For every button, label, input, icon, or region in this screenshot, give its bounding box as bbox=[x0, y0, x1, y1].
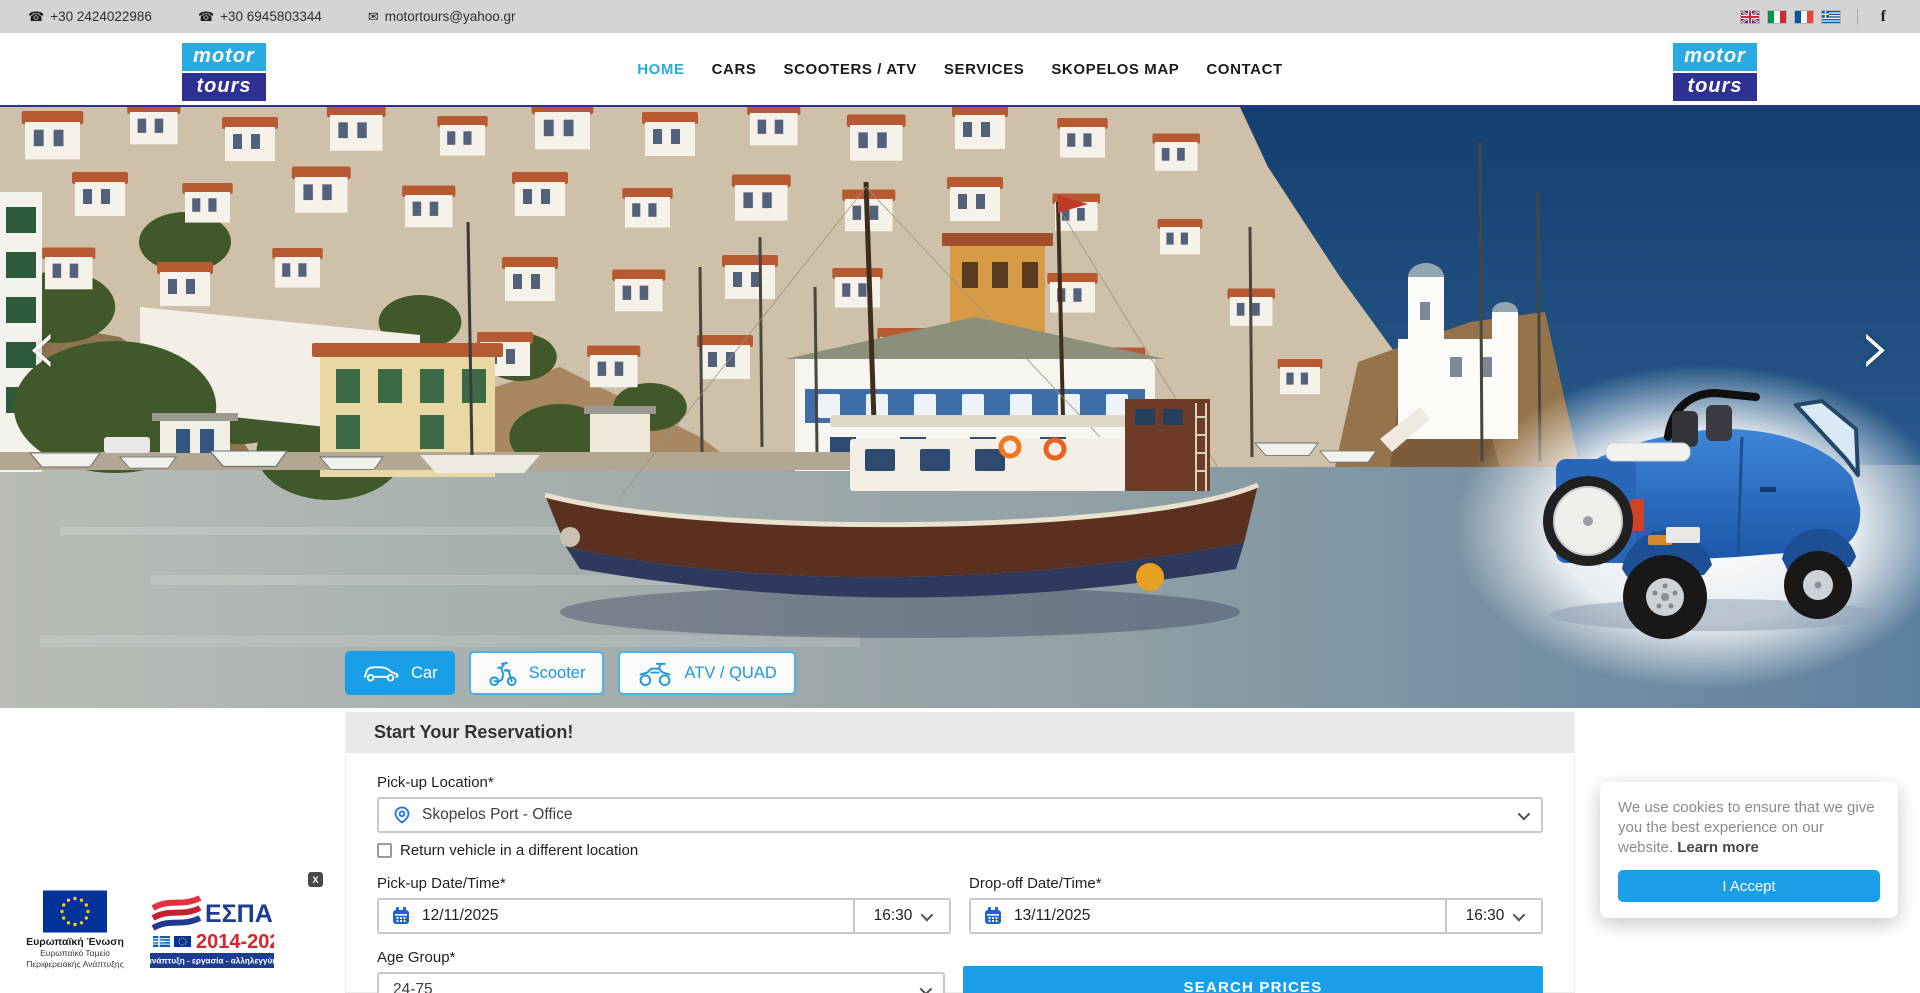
reservation-title: Start Your Reservation! bbox=[346, 712, 1574, 753]
scooter-icon bbox=[488, 660, 518, 687]
pickup-location-value: Skopelos Port - Office bbox=[422, 806, 1507, 824]
nav-item-skopelos-map[interactable]: SKOPELOS MAP bbox=[1051, 61, 1179, 78]
dropoff-datetime-label: Drop-off Date/Time* bbox=[969, 875, 1543, 892]
pickup-datetime-label: Pick-up Date/Time* bbox=[377, 875, 951, 892]
espa-tagline: ανάπτυξη - εργασία - αλληλεγγύη bbox=[150, 957, 274, 966]
tab-label: ATV / QUAD bbox=[684, 664, 776, 683]
logo-secondary: motor tours bbox=[1673, 43, 1757, 101]
calendar-icon bbox=[983, 906, 1003, 926]
return-different-row: Return vehicle in a different location bbox=[377, 842, 1543, 859]
age-group-value: 24-75 bbox=[393, 981, 909, 993]
logo-text-motor: motor bbox=[1673, 43, 1757, 71]
eu-line1: Ευρωπαϊκό Ταμείο bbox=[12, 948, 138, 959]
pickup-time-value: 16:30 bbox=[874, 907, 913, 925]
tab-label: Car bbox=[411, 664, 438, 683]
reservation-panel: Start Your Reservation! Pick-up Location… bbox=[345, 712, 1575, 993]
eu-title: Ευρωπαϊκή Ένωση bbox=[12, 936, 138, 948]
dropoff-datetime-input: 13/11/2025 16:30 bbox=[969, 898, 1543, 934]
email-address: motortours@yahoo.gr bbox=[385, 9, 516, 24]
tab-label: Scooter bbox=[529, 664, 586, 683]
espa-logo: ΕΣΠΑ 2014-2020 ανάπτυξη - εργασία - αλλη… bbox=[150, 892, 274, 975]
espa-name: ΕΣΠΑ bbox=[205, 900, 273, 928]
age-group-label: Age Group* bbox=[377, 949, 945, 966]
nav-item-services[interactable]: SERVICES bbox=[944, 61, 1024, 78]
return-different-checkbox[interactable] bbox=[377, 843, 392, 858]
reservation-form: Pick-up Location* Skopelos Port - Office… bbox=[346, 753, 1574, 993]
pickup-time-select[interactable]: 16:30 bbox=[853, 900, 949, 932]
dropoff-date-field[interactable]: 13/11/2025 bbox=[971, 900, 1445, 932]
cookie-message: We use cookies to ensure that we give yo… bbox=[1618, 798, 1880, 857]
email-link[interactable]: ✉ motortours@yahoo.gr bbox=[368, 9, 516, 25]
tab-scooter[interactable]: Scooter bbox=[469, 651, 605, 695]
eu-line2: Περιφερειακής Ανάπτυξης bbox=[12, 959, 138, 970]
return-different-label: Return vehicle in a different location bbox=[400, 842, 638, 859]
chevron-down-icon bbox=[920, 982, 933, 993]
phone-icon: ☎ bbox=[198, 9, 214, 25]
atv-icon bbox=[637, 661, 673, 686]
facebook-icon[interactable]: f bbox=[1875, 8, 1892, 26]
flag-italy-icon[interactable] bbox=[1768, 11, 1786, 23]
vehicle-type-tabs: Car Scooter ATV / QUAD bbox=[345, 651, 796, 695]
phone-icon: ☎ bbox=[28, 9, 44, 25]
navbar: motor tours HOME CARS SCOOTERS / ATV SER… bbox=[0, 33, 1920, 107]
phone-link-2[interactable]: ☎ +30 6945803344 bbox=[198, 9, 322, 25]
pickup-date-field[interactable]: 12/11/2025 bbox=[379, 900, 853, 932]
close-icon[interactable]: X bbox=[308, 872, 323, 887]
nav-item-scooters-atv[interactable]: SCOOTERS / ATV bbox=[784, 61, 917, 78]
nav-item-contact[interactable]: CONTACT bbox=[1206, 61, 1282, 78]
carousel-prev-arrow[interactable]: ‹ bbox=[26, 315, 58, 379]
contact-group: ☎ +30 2424022986 ☎ +30 6945803344 ✉ moto… bbox=[28, 9, 516, 25]
age-group-select[interactable]: 24-75 bbox=[377, 972, 945, 993]
calendar-icon bbox=[391, 906, 411, 926]
flag-greece-icon[interactable] bbox=[1822, 11, 1840, 23]
cookie-learn-more-link[interactable]: Learn more bbox=[1677, 839, 1759, 856]
hero-carousel: ‹ › bbox=[0, 107, 1920, 708]
eu-logo: Ευρωπαϊκή Ένωση Ευρωπαϊκό Ταμείο Περιφερ… bbox=[12, 890, 138, 969]
flag-uk-icon[interactable] bbox=[1741, 11, 1759, 23]
datetime-row: Pick-up Date/Time* 12/11/2025 bbox=[377, 875, 1543, 934]
search-prices-button[interactable]: SEARCH PRICES bbox=[963, 966, 1543, 993]
tab-atv-quad[interactable]: ATV / QUAD bbox=[618, 651, 795, 695]
main-menu: HOME CARS SCOOTERS / ATV SERVICES SKOPEL… bbox=[0, 33, 1920, 105]
pickup-location-select[interactable]: Skopelos Port - Office bbox=[377, 797, 1543, 833]
dropoff-time-value: 16:30 bbox=[1466, 907, 1505, 925]
phone-link-1[interactable]: ☎ +30 2424022986 bbox=[28, 9, 152, 25]
logo-text-tours: tours bbox=[1673, 73, 1757, 101]
dropoff-date-value: 13/11/2025 bbox=[1014, 907, 1090, 925]
flag-france-icon[interactable] bbox=[1795, 11, 1813, 23]
car-icon bbox=[362, 662, 400, 684]
page: ☎ +30 2424022986 ☎ +30 6945803344 ✉ moto… bbox=[0, 0, 1920, 993]
location-pin-icon bbox=[393, 806, 411, 824]
pickup-date-value: 12/11/2025 bbox=[422, 907, 498, 925]
chevron-down-icon bbox=[1518, 807, 1531, 820]
language-switcher: f bbox=[1741, 8, 1892, 26]
funding-banner: X Ευρωπαϊκή Ένωση Ευρωπαϊκό Ταμείο Περιφ… bbox=[0, 865, 335, 993]
chevron-down-icon bbox=[1513, 908, 1526, 921]
chevron-down-icon bbox=[921, 908, 934, 921]
dropoff-datetime-group: Drop-off Date/Time* 13/11/2025 bbox=[969, 875, 1543, 934]
cookie-notice: We use cookies to ensure that we give yo… bbox=[1600, 782, 1898, 918]
nav-item-home[interactable]: HOME bbox=[637, 61, 684, 78]
pickup-datetime-input: 12/11/2025 16:30 bbox=[377, 898, 951, 934]
espa-years: 2014-2020 bbox=[196, 931, 274, 953]
pickup-location-label: Pick-up Location* bbox=[377, 774, 1543, 791]
topbar: ☎ +30 2424022986 ☎ +30 6945803344 ✉ moto… bbox=[0, 0, 1920, 33]
carousel-next-arrow[interactable]: › bbox=[1860, 315, 1892, 379]
dropoff-time-select[interactable]: 16:30 bbox=[1445, 900, 1541, 932]
pickup-datetime-group: Pick-up Date/Time* 12/11/2025 bbox=[377, 875, 951, 934]
bottom-row: Age Group* 24-75 SEARCH PRICES bbox=[377, 949, 1543, 993]
email-icon: ✉ bbox=[368, 9, 379, 25]
age-group-group: Age Group* 24-75 bbox=[377, 949, 945, 993]
nav-item-cars[interactable]: CARS bbox=[712, 61, 757, 78]
tab-car[interactable]: Car bbox=[345, 651, 455, 695]
cookie-accept-button[interactable]: I Accept bbox=[1618, 870, 1880, 902]
eu-flag-icon bbox=[43, 890, 107, 933]
phone-number-1: +30 2424022986 bbox=[50, 9, 152, 24]
hero-photo bbox=[0, 107, 1920, 708]
phone-number-2: +30 6945803344 bbox=[220, 9, 322, 24]
topbar-divider bbox=[1857, 9, 1858, 25]
